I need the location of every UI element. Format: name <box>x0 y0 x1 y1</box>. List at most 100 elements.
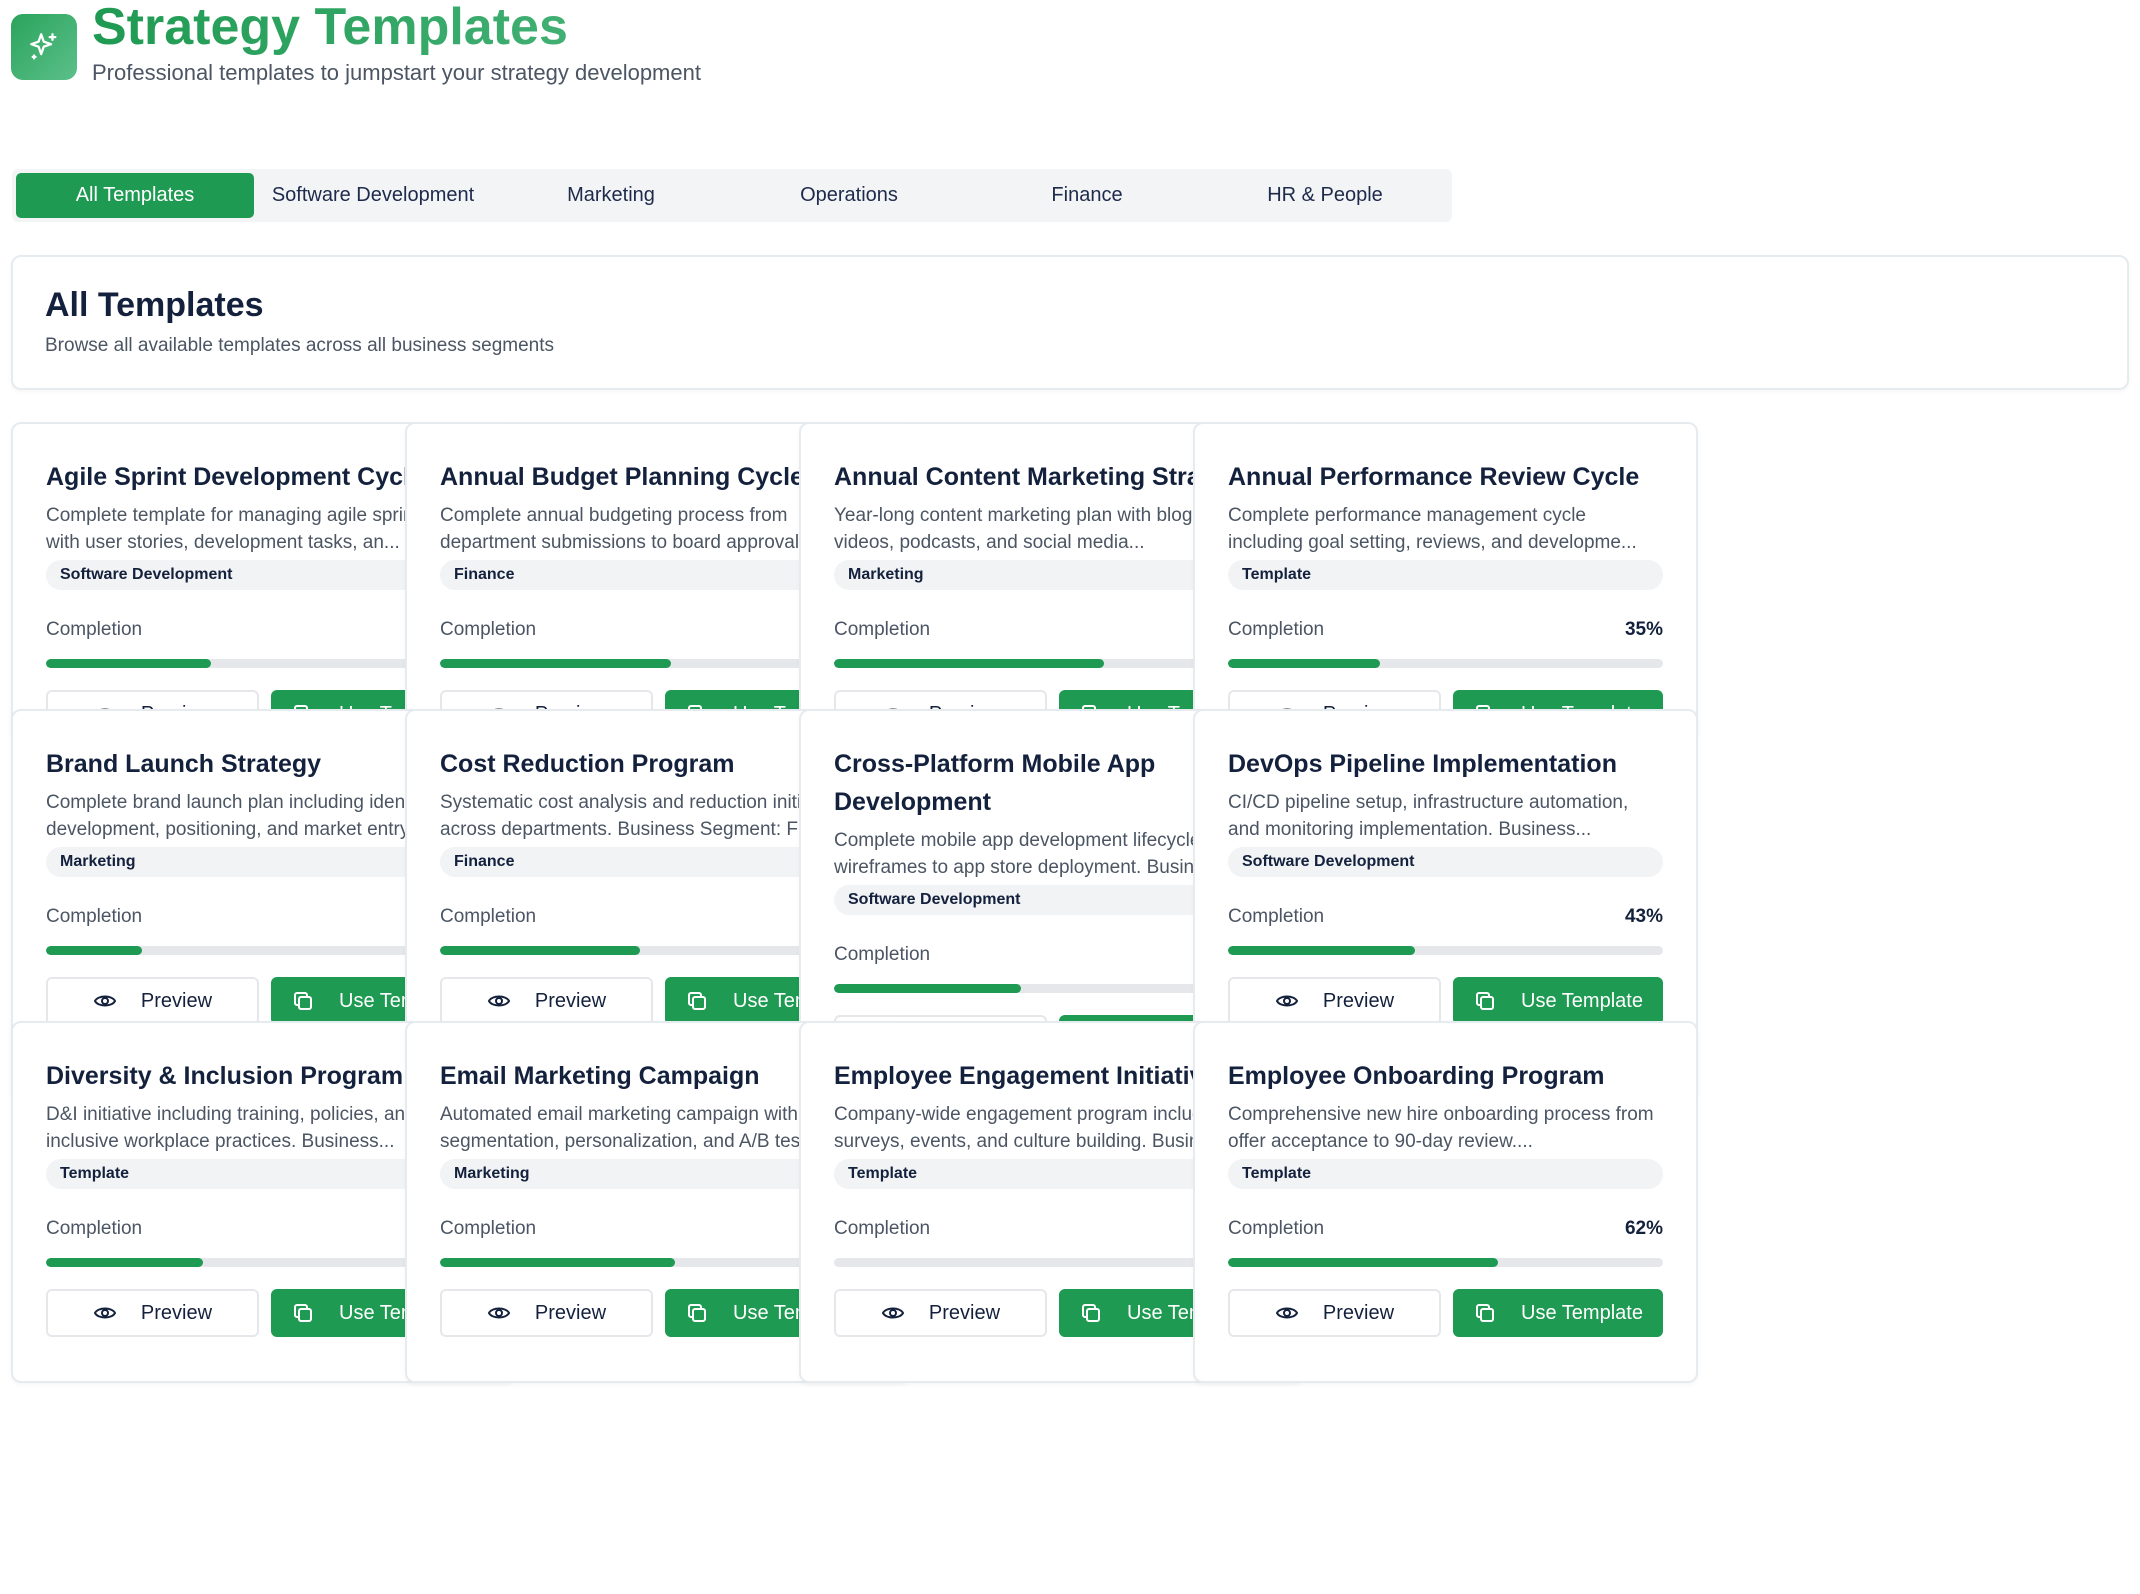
copy-icon <box>685 1301 733 1325</box>
section-description: Browse all available templates across al… <box>45 335 555 356</box>
template-description: Comprehensive new hire onboarding proces… <box>1228 1104 1654 1152</box>
completion-label: Completion <box>440 1218 537 1239</box>
use-template-button[interactable]: Use Template <box>1453 977 1663 1025</box>
completion-label: Completion <box>1228 906 1325 927</box>
preview-button-label: Preview <box>1322 989 1395 1012</box>
completion-progress-fill <box>46 1258 203 1267</box>
preview-button[interactable]: Preview <box>834 1289 1047 1337</box>
eye-icon <box>487 1301 535 1325</box>
completion-progress-bar <box>1228 1258 1663 1267</box>
segment-badge-label: Finance <box>454 853 515 870</box>
preview-button-label: Preview <box>1322 1301 1395 1324</box>
completion-progress-fill <box>1228 946 1416 955</box>
completion-row: Completion 43% <box>1228 905 1663 929</box>
completion-progress-fill <box>834 659 1104 668</box>
tab-hr-people[interactable]: HR & People <box>1206 173 1444 218</box>
preview-button-label: Preview <box>928 1301 1001 1324</box>
copy-icon <box>1473 1301 1521 1325</box>
completion-label: Completion <box>46 1218 143 1239</box>
preview-button[interactable]: Preview <box>46 1289 259 1337</box>
preview-button-label: Preview <box>140 1301 213 1324</box>
segment-badge-label: Template <box>60 1165 130 1182</box>
segment-badge-label: Marketing <box>454 1165 530 1182</box>
template-card: Employee Onboarding Program Comprehensiv… <box>1193 1021 1698 1383</box>
completion-progress-bar <box>1228 659 1663 668</box>
completion-label: Completion <box>46 619 143 640</box>
tab-software-development[interactable]: Software Development <box>254 173 492 218</box>
completion-label: Completion <box>440 619 537 640</box>
eye-icon <box>881 1301 929 1325</box>
eye-icon <box>487 989 535 1013</box>
completion-progress-fill <box>1228 1258 1498 1267</box>
preview-button[interactable]: Preview <box>1228 1289 1441 1337</box>
completion-label: Completion <box>1228 1218 1325 1239</box>
page: Strategy Templates Professional template… <box>0 0 2140 1594</box>
completion-progress-fill <box>440 659 671 668</box>
copy-icon <box>685 989 733 1013</box>
template-description: CI/CD pipeline setup, infrastructure aut… <box>1228 792 1629 840</box>
preview-button[interactable]: Preview <box>440 977 653 1025</box>
template-title: Annual Performance Review Cycle <box>1228 463 1640 491</box>
tab-finance[interactable]: Finance <box>968 173 1206 218</box>
preview-button-label: Preview <box>534 989 607 1012</box>
completion-label: Completion <box>834 944 931 965</box>
segment-badge-label: Template <box>1242 1165 1312 1182</box>
segment-badge-label: Software Development <box>1242 853 1415 870</box>
sparkles-icon <box>11 14 77 80</box>
segment-badge: Template <box>1228 1159 1663 1189</box>
segment-badge-label: Finance <box>454 566 515 583</box>
tab-all-templates[interactable]: All Templates <box>16 173 254 218</box>
completion-label: Completion <box>1228 619 1325 640</box>
completion-progress-fill <box>834 984 1022 993</box>
segment-badge-label: Template <box>1242 566 1312 583</box>
card-actions: Preview Use Template <box>1228 1289 1663 1337</box>
completion-value: 35% <box>1624 619 1663 640</box>
copy-icon <box>291 989 339 1013</box>
template-title: DevOps Pipeline Implementation <box>1228 750 1617 778</box>
completion-label: Completion <box>440 906 537 927</box>
segment-badge-label: Template <box>848 1165 918 1182</box>
completion-value: 43% <box>1624 906 1663 927</box>
completion-label: Completion <box>834 1218 931 1239</box>
completion-progress-fill <box>1228 659 1381 668</box>
copy-icon <box>1079 1301 1127 1325</box>
template-card: Annual Performance Review Cycle Complete… <box>1193 422 1698 744</box>
eye-icon <box>1275 989 1323 1013</box>
completion-progress-fill <box>440 946 641 955</box>
tab-marketing[interactable]: Marketing <box>492 173 730 218</box>
segment-badge: Software Development <box>1228 847 1663 877</box>
completion-row: Completion 62% <box>1228 1217 1663 1241</box>
completion-label: Completion <box>46 906 143 927</box>
page-subtitle: Professional templates to jumpstart your… <box>92 60 701 85</box>
segment-badge: Template <box>1228 560 1663 590</box>
use-template-button-label: Use Template <box>1521 1301 1643 1324</box>
section-header-card: All Templates Browse all available templ… <box>11 255 2129 390</box>
completion-progress-fill <box>46 946 142 955</box>
segment-tabs: All Templates Software Development Marketi… <box>12 169 1452 222</box>
card-actions: Preview Use Template <box>1228 977 1663 1025</box>
copy-icon <box>1473 989 1521 1013</box>
completion-progress-bar <box>1228 946 1663 955</box>
completion-value: 62% <box>1624 1218 1663 1239</box>
segment-badge-label: Software Development <box>60 566 233 583</box>
completion-row: Completion 35% <box>1228 618 1663 642</box>
copy-icon <box>291 1301 339 1325</box>
preview-button[interactable]: Preview <box>440 1289 653 1337</box>
preview-button-label: Preview <box>534 1301 607 1324</box>
template-title: Employee Onboarding Program <box>1228 1062 1605 1090</box>
segment-badge-label: Marketing <box>848 566 924 583</box>
preview-button[interactable]: Preview <box>1228 977 1441 1025</box>
section-title: All Templates <box>45 286 264 324</box>
tab-operations[interactable]: Operations <box>730 173 968 218</box>
use-template-button-label: Use Template <box>1521 989 1643 1012</box>
segment-badge-label: Marketing <box>60 853 136 870</box>
page-title: Strategy Templates <box>92 0 701 56</box>
eye-icon <box>93 989 141 1013</box>
preview-button-label: Preview <box>140 989 213 1012</box>
completion-progress-fill <box>46 659 212 668</box>
template-description: Complete performance management cycle in… <box>1228 505 1637 553</box>
eye-icon <box>1275 1301 1323 1325</box>
use-template-button[interactable]: Use Template <box>1453 1289 1663 1337</box>
page-header: Strategy Templates Professional template… <box>11 0 701 86</box>
preview-button[interactable]: Preview <box>46 977 259 1025</box>
